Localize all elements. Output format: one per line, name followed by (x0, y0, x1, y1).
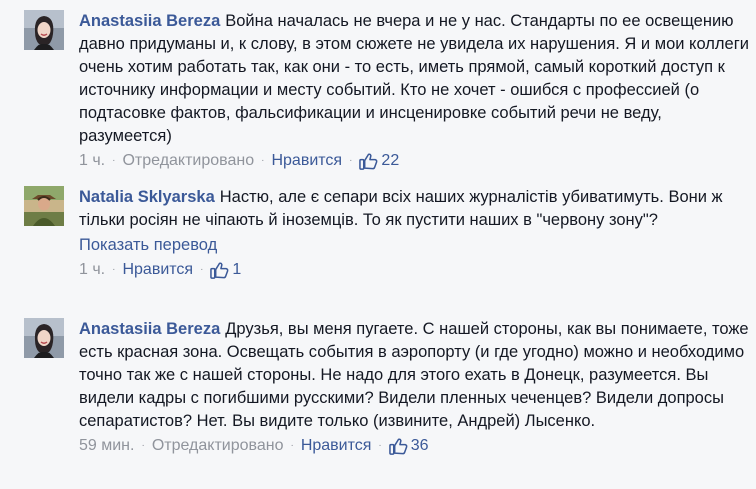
comment-time[interactable]: 1 ч. (79, 150, 105, 172)
thumbs-up-icon (210, 262, 229, 279)
comment-author[interactable]: Natalia Sklyarska (79, 188, 215, 206)
separator-dot: · (349, 155, 353, 166)
comment-body: Anastasiia Bereza Война началась не вчера… (79, 10, 751, 172)
woman-outdoor-avatar-icon (24, 186, 64, 226)
like-count: 36 (410, 437, 429, 454)
edited-label[interactable]: Отредактировано (152, 435, 284, 457)
separator-dot: · (290, 440, 294, 451)
woman-portrait-avatar-icon (24, 10, 64, 50)
comment-author[interactable]: Anastasiia Bereza (79, 320, 220, 338)
comment-body: Natalia Sklyarska Настю, але є сепари всі… (79, 186, 751, 281)
like-button[interactable]: Нравится (271, 150, 342, 172)
like-count: 22 (381, 152, 400, 169)
separator-dot: · (200, 264, 204, 275)
avatar[interactable] (24, 318, 64, 358)
comment-author[interactable]: Anastasiia Bereza (79, 12, 220, 30)
avatar[interactable] (24, 10, 64, 50)
thumbs-up-icon (359, 153, 378, 170)
comment-meta: 59 мин. · Отредактировано · Нравится · 3… (79, 435, 751, 457)
comment-meta: 1 ч. · Нравится · 1 (79, 259, 751, 281)
separator-dot: · (378, 440, 382, 451)
like-count: 1 (232, 261, 242, 278)
comment-time[interactable]: 59 мин. (79, 435, 134, 457)
woman-portrait-avatar-icon (24, 318, 64, 358)
comment-text-block: Anastasiia Bereza Война началась не вчера… (79, 10, 751, 148)
like-button[interactable]: Нравится (301, 435, 372, 457)
comment-thread: Anastasiia Bereza Война началась не вчера… (0, 0, 756, 489)
separator-dot: · (112, 155, 116, 166)
like-count-link[interactable]: 36 (388, 435, 429, 457)
comment-time[interactable]: 1 ч. (79, 259, 105, 281)
separator-dot: · (141, 440, 145, 451)
comment-text-block: Anastasiia Bereza Друзья, вы меня пугаете… (79, 318, 751, 433)
separator-dot: · (112, 264, 116, 275)
like-button[interactable]: Нравится (122, 259, 193, 281)
avatar[interactable] (24, 186, 64, 226)
like-count-link[interactable]: 1 (210, 259, 241, 281)
comment-text-block: Natalia Sklyarska Настю, але є сепари всі… (79, 186, 751, 232)
thumbs-up-icon (388, 438, 408, 455)
separator-dot: · (261, 155, 265, 166)
edited-label[interactable]: Отредактировано (122, 150, 254, 172)
comment-meta: 1 ч. · Отредактировано · Нравится · 22 (79, 150, 751, 172)
show-translation-link[interactable]: Показать перевод (79, 234, 751, 257)
comment-body: Anastasiia Bereza Друзья, вы меня пугаете… (79, 318, 751, 457)
comment-text: Война началась не вчера и не у нас. Стан… (79, 12, 749, 145)
like-count-link[interactable]: 22 (359, 150, 399, 172)
